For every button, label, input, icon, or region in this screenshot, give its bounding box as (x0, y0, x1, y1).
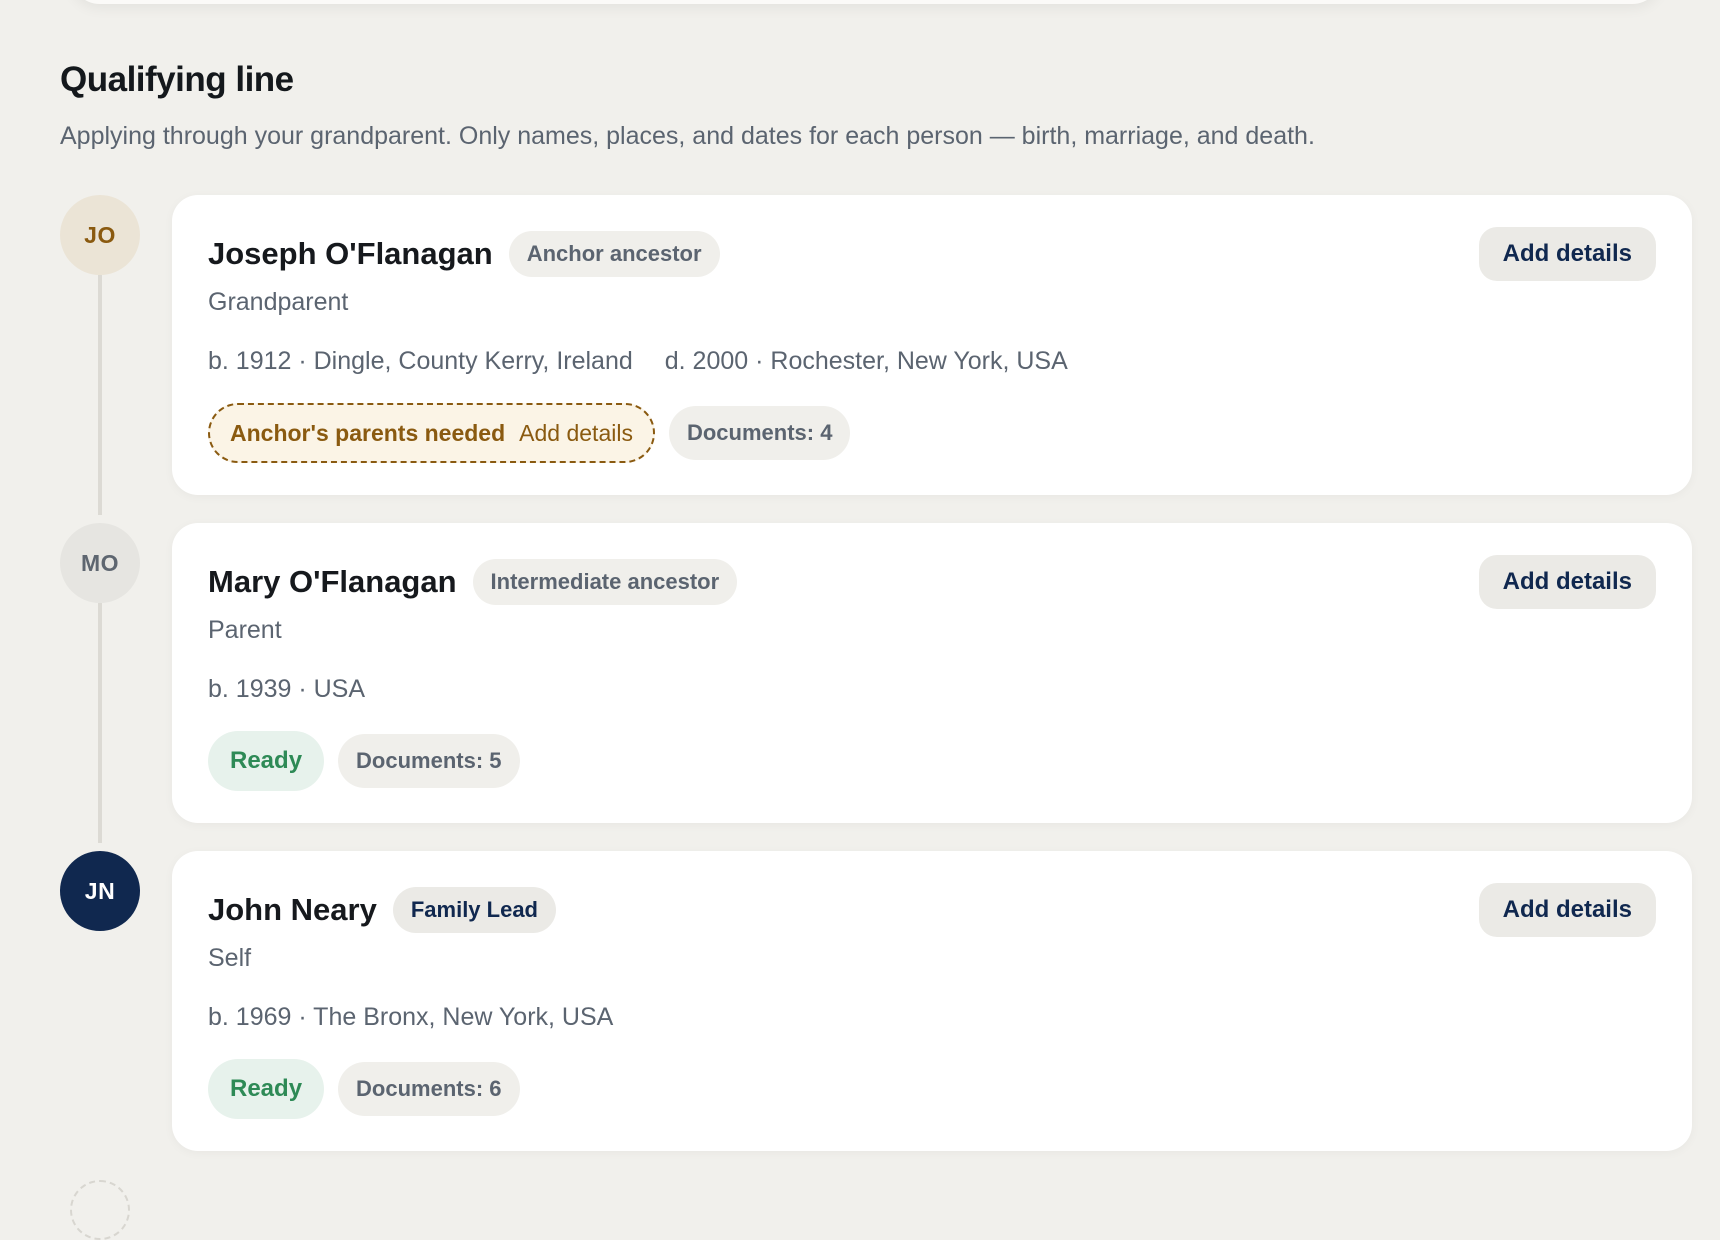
ready-status-badge: Ready (208, 731, 325, 791)
person-card: John Neary Family Lead Add details Self … (172, 851, 1692, 1151)
relation-label: Self (208, 944, 252, 972)
qualifying-line-section: Qualifying line Applying through your gr… (60, 60, 1700, 151)
previous-card-edge (70, 0, 1662, 4)
add-details-link[interactable]: Add details (519, 420, 633, 447)
person-card: Mary O'Flanagan Intermediate ancestor Ad… (172, 523, 1692, 823)
life-facts: b. 1939 · USA (208, 675, 365, 704)
death-fact: d. 2000 · Rochester, New York, USA (664, 347, 1068, 375)
documents-count-chip[interactable]: Documents: 6 (338, 1062, 520, 1116)
role-badge: Intermediate ancestor (472, 559, 738, 605)
life-facts: b. 1912 · Dingle, County Kerry, Ireland … (208, 347, 1068, 376)
status-label: Anchor's parents needed (230, 419, 506, 446)
documents-count-chip[interactable]: Documents: 4 (668, 406, 851, 460)
relation-label: Parent (208, 616, 282, 644)
life-facts: b. 1969 · The Bronx, New York, USA (208, 1003, 613, 1032)
timeline-connector (98, 275, 102, 515)
documents-count-chip[interactable]: Documents: 5 (338, 734, 520, 788)
birth-fact: b. 1912 · Dingle, County Kerry, Ireland (208, 347, 633, 375)
add-details-button[interactable]: Add details (1478, 883, 1656, 937)
add-details-button[interactable]: Add details (1478, 555, 1656, 609)
ready-status-badge: Ready (208, 1059, 325, 1119)
person-card: Joseph O'Flanagan Anchor ancestor Add de… (172, 195, 1692, 495)
relation-label: Grandparent (208, 288, 349, 316)
person-name: Joseph O'Flanagan (208, 236, 493, 271)
person-name: Mary O'Flanagan (208, 564, 457, 599)
birth-fact: b. 1939 · USA (208, 675, 366, 703)
avatar: JN (60, 851, 140, 931)
avatar: MO (60, 523, 140, 603)
parents-needed-chip[interactable]: Anchor's parents needed Add details (208, 403, 655, 463)
person-name: John Neary (208, 892, 377, 927)
section-title: Qualifying line (60, 60, 294, 99)
role-badge: Anchor ancestor (508, 231, 720, 277)
birth-fact: b. 1969 · The Bronx, New York, USA (208, 1003, 614, 1031)
add-person-placeholder-icon[interactable] (70, 1180, 130, 1240)
add-details-button[interactable]: Add details (1478, 227, 1656, 281)
role-badge: Family Lead (392, 887, 556, 933)
section-subtitle: Applying through your grandparent. Only … (60, 122, 1315, 150)
avatar: JO (60, 195, 140, 275)
timeline-connector (98, 603, 102, 843)
